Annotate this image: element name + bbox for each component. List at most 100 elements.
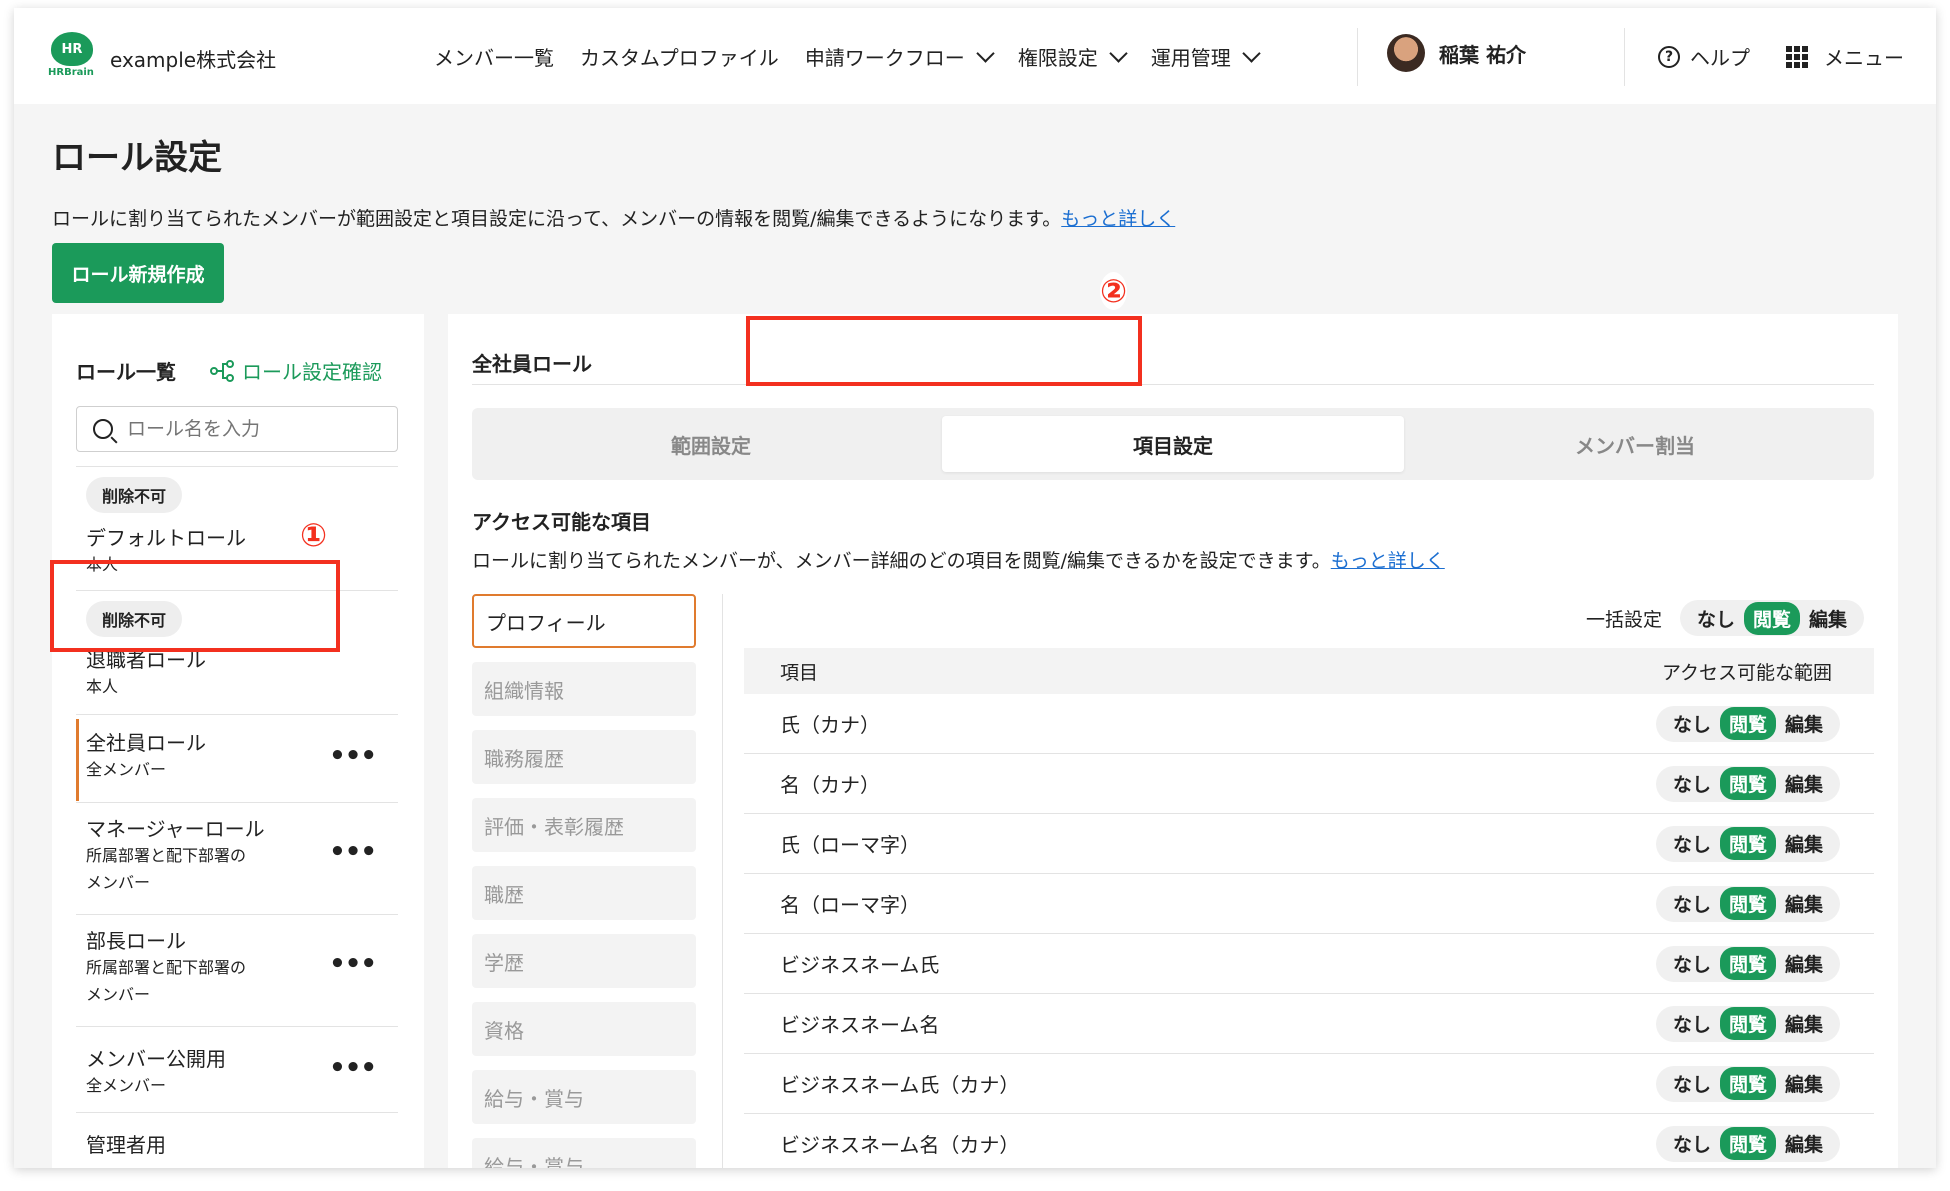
section-description-text: ロールに割り当てられたメンバーが、メンバー詳細のどの項目を閲覧/編集できるかを設… [472,550,1331,572]
category-list: プロフィール 組織情報 職務履歴 評価・表彰履歴 職歴 学歴 資格 給与・賞与 … [472,594,698,1168]
access-toggle: なし 閲覧 編集 [1655,1005,1840,1042]
access-toggle: なし 閲覧 編集 [1655,765,1840,802]
option-edit[interactable]: 編集 [1776,947,1832,980]
nav-members-label: メンバー一覧 [434,46,554,70]
field-name: ビジネスネーム名（カナ） [780,1133,1020,1157]
hrbrain-logo[interactable]: HR HRBrain [48,32,96,82]
new-role-button[interactable]: ロール新規作成 [52,243,224,303]
menu-label: メニュー [1824,46,1904,70]
settings-tabs: 範囲設定 項目設定 メンバー割当 [472,408,1874,480]
option-view[interactable]: 閲覧 [1719,1067,1776,1100]
option-view[interactable]: 閲覧 [1719,947,1776,980]
flow-chart-icon [210,359,234,382]
role-item-manager[interactable]: マネージャーロール 所属部署と配下部署の メンバー ••• [76,802,398,914]
category-item[interactable]: 職歴 [472,866,696,920]
option-view[interactable]: 閲覧 [1719,1007,1776,1040]
option-none[interactable]: なし [1664,887,1720,920]
nav-custom-profile[interactable]: カスタムプロファイル [580,42,779,71]
app-menu-button[interactable]: メニュー [1786,42,1904,71]
divider [722,594,723,1168]
option-view[interactable]: 閲覧 [1719,887,1776,920]
option-edit[interactable]: 編集 [1776,767,1832,800]
more-options-icon[interactable]: ••• [329,1053,377,1083]
section-more-link[interactable]: もっと詳しく [1331,550,1445,572]
nav-permissions[interactable]: 権限設定 [1018,42,1128,71]
chevron-down-icon [976,44,995,63]
role-item-admin[interactable]: 管理者用 [76,1112,398,1162]
table-row: ビジネスネーム氏 なし 閲覧 編集 [744,934,1874,994]
option-edit[interactable]: 編集 [1776,827,1832,860]
option-edit[interactable]: 編集 [1800,602,1856,635]
option-edit[interactable]: 編集 [1776,887,1832,920]
bulk-setting: 一括設定 なし 閲覧 編集 [1586,600,1864,636]
more-options-icon[interactable]: ••• [329,949,377,979]
option-none[interactable]: なし [1664,767,1720,800]
more-options-icon[interactable]: ••• [329,741,377,771]
option-edit[interactable]: 編集 [1776,1007,1832,1040]
table-row: ビジネスネーム名（カナ） なし 閲覧 編集 [744,1114,1874,1168]
role-list-title: ロール一覧 [76,360,176,384]
annotation-number-two: ② [1100,272,1128,310]
field-name: 氏（カナ） [780,713,880,737]
help-button[interactable]: ? ヘルプ [1658,42,1750,71]
nav-custom-profile-label: カスタムプロファイル [580,46,779,70]
category-item[interactable]: 資格 [472,1002,696,1056]
option-edit[interactable]: 編集 [1776,1067,1832,1100]
more-details-link[interactable]: もっと詳しく [1061,208,1175,230]
tab-item-settings[interactable]: 項目設定 [942,416,1404,472]
role-item-department-head[interactable]: 部長ロール 所属部署と配下部署の メンバー ••• [76,914,398,1026]
role-search-input[interactable] [125,417,379,441]
option-none[interactable]: なし [1688,602,1744,635]
nav-workflow-label: 申請ワークフロー [804,46,965,70]
category-item[interactable]: 職務履歴 [472,730,696,784]
nav-operations-label: 運用管理 [1150,46,1231,70]
option-view[interactable]: 閲覧 [1719,767,1776,800]
section-title: アクセス可能な項目 [472,510,651,534]
option-edit[interactable]: 編集 [1776,1127,1832,1160]
company-name: example株式会社 [110,48,277,72]
tab-scope-settings[interactable]: 範囲設定 [480,416,942,472]
option-none[interactable]: なし [1664,1127,1720,1160]
option-view[interactable]: 閲覧 [1743,601,1800,635]
role-check-link[interactable]: ロール設定確認 [210,356,382,385]
option-none[interactable]: なし [1664,827,1720,860]
user-name: 稲葉 祐介 [1439,42,1526,67]
category-item[interactable]: 評価・表彰履歴 [472,798,696,852]
nav-workflow[interactable]: 申請ワークフロー [804,42,995,71]
annotation-number-one: ① [300,516,328,554]
option-none[interactable]: なし [1664,1067,1720,1100]
category-item[interactable]: 給与・賞与 [472,1138,696,1168]
access-toggle: なし 閲覧 編集 [1655,705,1840,742]
category-item[interactable]: 給与・賞与 [472,1070,696,1124]
bulk-access-toggle: なし 閲覧 編集 [1679,600,1864,636]
option-view[interactable]: 閲覧 [1719,827,1776,860]
field-name: ビジネスネーム氏（カナ） [780,1073,1020,1097]
user-menu[interactable]: 稲葉 祐介 [1387,34,1526,72]
field-name: 名（ローマ字） [780,893,920,917]
role-item-member-public[interactable]: メンバー公開用 全メンバー ••• [76,1026,398,1112]
nav-members[interactable]: メンバー一覧 [434,42,554,71]
help-icon: ? [1658,45,1680,68]
option-none[interactable]: なし [1664,1007,1720,1040]
tab-member-assignment[interactable]: メンバー割当 [1404,416,1866,472]
app-window: HR HRBrain example株式会社 メンバー一覧 カスタムプロファイル… [14,8,1936,1168]
category-item[interactable]: 学歴 [472,934,696,988]
category-item[interactable]: 組織情報 [472,662,696,716]
category-item[interactable]: プロフィール [472,594,696,648]
table-row: ビジネスネーム氏（カナ） なし 閲覧 編集 [744,1054,1874,1114]
option-view[interactable]: 閲覧 [1719,1127,1776,1160]
role-search-box[interactable] [76,406,398,452]
option-none[interactable]: なし [1664,707,1720,740]
table-row: 氏（ローマ字） なし 閲覧 編集 [744,814,1874,874]
role-list-panel: ロール一覧 ロール設定確認 削除不可 デフォルトロール 本人 削除不可 退職者ロ… [52,314,424,1168]
option-edit[interactable]: 編集 [1776,707,1832,740]
option-none[interactable]: なし [1664,947,1720,980]
option-view[interactable]: 閲覧 [1719,707,1776,740]
nav-operations[interactable]: 運用管理 [1150,42,1261,71]
bulk-setting-label: 一括設定 [1585,608,1662,631]
more-options-icon[interactable]: ••• [329,837,377,867]
grid-menu-icon [1786,45,1808,68]
logo-wordmark: HRBrain [48,67,94,78]
header-divider [1624,28,1625,86]
role-item-all-employees[interactable]: 全社員ロール 全メンバー ••• [76,714,398,802]
